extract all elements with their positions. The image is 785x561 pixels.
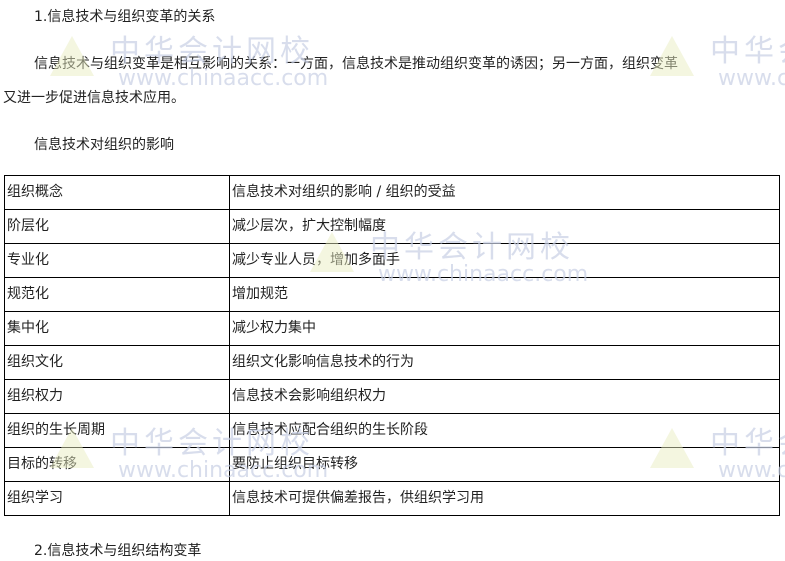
concept-cell: 组织概念 xyxy=(4,175,230,210)
impact-cell: 信息技术可提供偏差报告，供组织学习用 xyxy=(229,481,780,516)
concept-cell: 组织文化 xyxy=(4,345,230,380)
table-row: 目标的转移 要防止组织目标转移 xyxy=(4,447,780,482)
concept-cell: 规范化 xyxy=(4,277,230,312)
impact-cell: 信息技术对组织的影响 / 组织的受益 xyxy=(229,175,780,210)
impact-cell: 要防止组织目标转移 xyxy=(229,447,780,482)
concept-cell: 专业化 xyxy=(4,243,230,278)
section-heading-1: 1.信息技术与组织变革的关系 xyxy=(34,9,216,25)
table-header-row: 组织概念 信息技术对组织的影响 / 组织的受益 xyxy=(4,175,780,210)
watermark-logo: 中华会计网校www.chinaacc.com xyxy=(650,36,785,90)
concept-cell: 组织的生长周期 xyxy=(4,413,230,448)
table-row: 集中化 减少权力集中 xyxy=(4,311,780,346)
impact-cell: 信息技术应配合组织的生长阶段 xyxy=(229,413,780,448)
table-row: 组织的生长周期 信息技术应配合组织的生长阶段 xyxy=(4,413,780,448)
table-row: 组织文化 组织文化影响信息技术的行为 xyxy=(4,345,780,380)
table-row: 专业化 减少专业人员，增加多面手 xyxy=(4,243,780,278)
concept-cell: 目标的转移 xyxy=(4,447,230,482)
impact-cell: 减少层次，扩大控制幅度 xyxy=(229,209,780,244)
concept-cell: 阶层化 xyxy=(4,209,230,244)
table-caption: 信息技术对组织的影响 xyxy=(34,137,174,153)
concept-cell: 组织学习 xyxy=(4,481,230,516)
concept-cell: 集中化 xyxy=(4,311,230,346)
impact-cell: 组织文化影响信息技术的行为 xyxy=(229,345,780,380)
paragraph-line-2: 又进一步促进信息技术应用。 xyxy=(3,90,185,106)
impact-cell: 减少权力集中 xyxy=(229,311,780,346)
paragraph-line-1: 信息技术与组织变革是相互影响的关系：一方面，信息技术是推动组织变革的诱因；另一方… xyxy=(34,56,678,72)
table-row: 规范化 增加规范 xyxy=(4,277,780,312)
table-row: 组织学习 信息技术可提供偏差报告，供组织学习用 xyxy=(4,481,780,516)
impact-table: 组织概念 信息技术对组织的影响 / 组织的受益 阶层化 减少层次，扩大控制幅度 专业化减… xyxy=(4,175,780,516)
impact-cell: 信息技术会影响组织权力 xyxy=(229,379,780,414)
impact-cell: 减少专业人员，增加多面手 xyxy=(229,243,780,278)
section-heading-2: 2.信息技术与组织结构变革 xyxy=(34,543,202,559)
impact-cell: 增加规范 xyxy=(229,277,780,312)
concept-cell: 组织权力 xyxy=(4,379,230,414)
table-row: 组织权力 信息技术会影响组织权力 xyxy=(4,379,780,414)
table-row: 阶层化 减少层次，扩大控制幅度 xyxy=(4,209,780,244)
